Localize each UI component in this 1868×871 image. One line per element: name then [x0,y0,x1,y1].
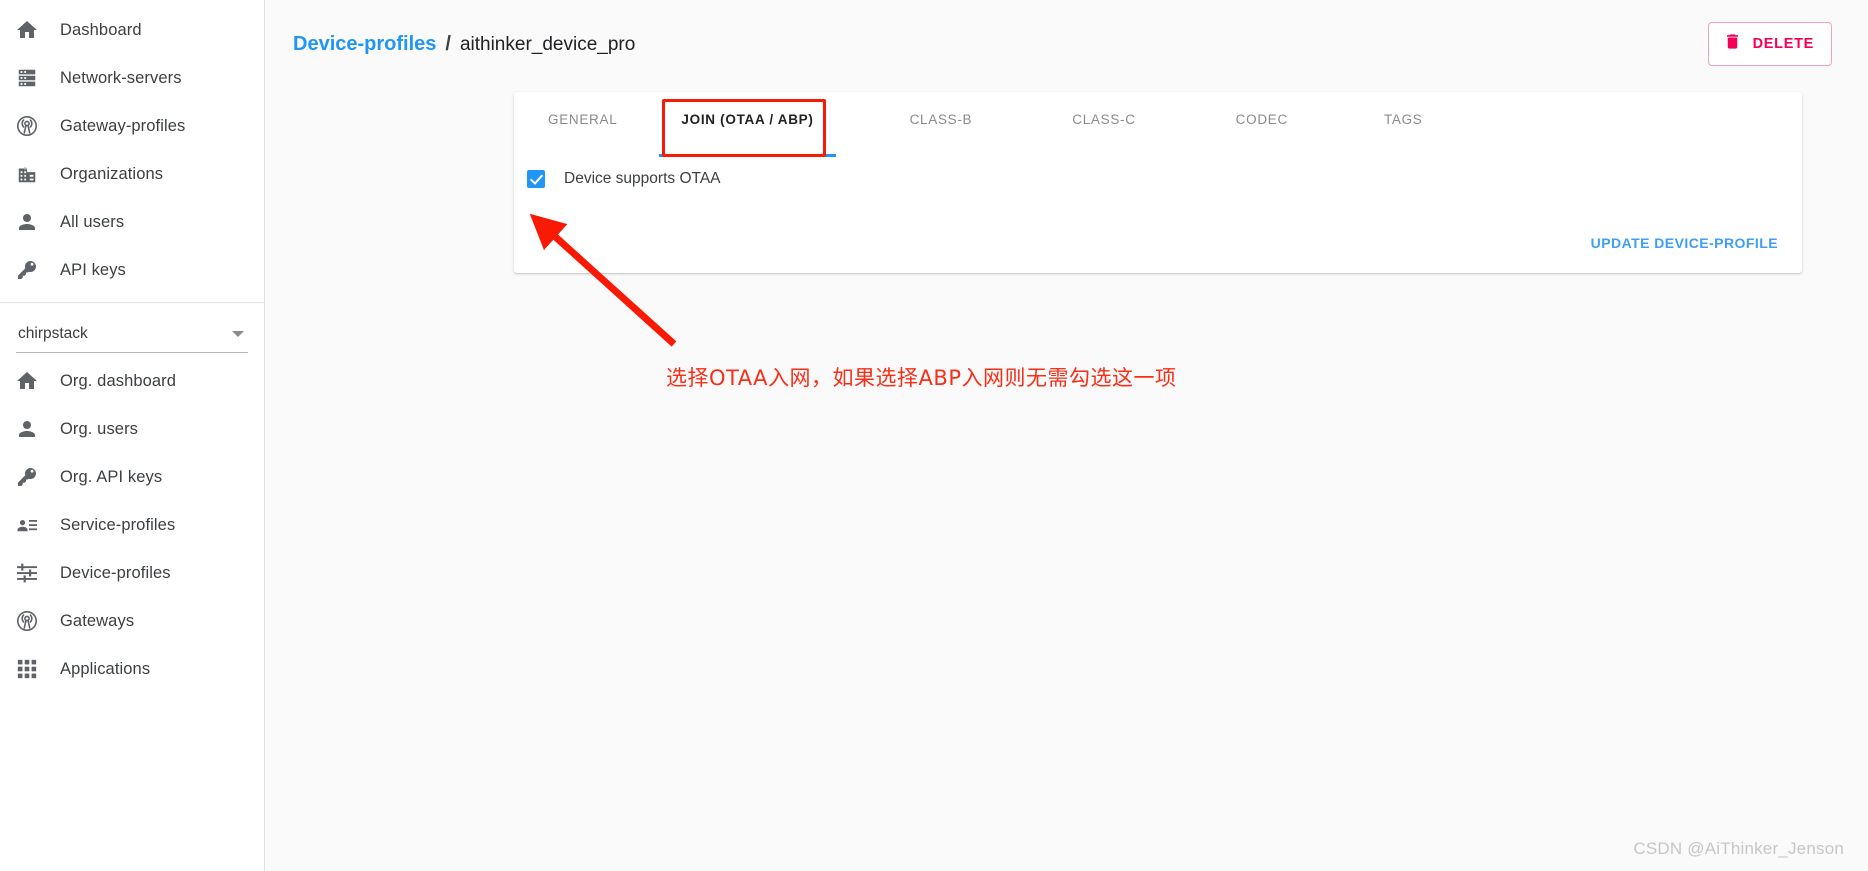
trash-icon [1723,32,1742,56]
device-supports-otaa-label: Device supports OTAA [564,170,721,187]
tab-tags[interactable]: TAGS [1362,92,1445,148]
top-bar: Device-profiles / aithinker_device_pro D… [265,0,1868,88]
sidebar-item-label: Applications [60,659,151,678]
sidebar-item-label: Org. API keys [60,467,163,486]
antenna-icon [14,113,40,139]
building-icon [14,161,40,187]
main-content: Device-profiles / aithinker_device_pro D… [265,0,1868,871]
apps-grid-icon [14,656,40,682]
antenna-icon [14,608,40,634]
person-icon [14,416,40,442]
sidebar-item-label: Org. users [60,419,139,438]
home-icon [14,17,40,43]
tab-codec[interactable]: CODEC [1214,92,1310,148]
device-supports-otaa-checkbox[interactable] [527,170,545,188]
delete-button-label: DELETE [1752,36,1814,52]
sidebar-item-label: Service-profiles [60,515,176,534]
sidebar-item-dashboard[interactable]: Dashboard [0,6,264,54]
sidebar-item-api-keys[interactable]: API keys [0,246,264,294]
sidebar-item-label: All users [60,212,125,231]
contact-list-icon [14,512,40,538]
sidebar-item-label: Dashboard [60,20,142,39]
sidebar-item-label: Gateway-profiles [60,116,186,135]
sidebar-item-gateways[interactable]: Gateways [0,597,264,645]
sidebar-item-gateway-profiles[interactable]: Gateway-profiles [0,102,264,150]
page-title: aithinker_device_pro [459,33,636,55]
tab-general[interactable]: GENERAL [526,92,639,148]
sidebar-item-org-api-keys[interactable]: Org. API keys [0,453,264,501]
home-icon [14,368,40,394]
sidebar-item-label: Gateways [60,611,135,630]
annotation-note: 选择OTAA入网，如果选择ABP入网则无需勾选这一项 [666,366,1177,390]
tab-class-b[interactable]: CLASS-B [888,92,995,148]
app-root: Dashboard Network-servers Gateway-profil… [0,0,1868,871]
org-select-value: chirpstack [18,325,88,342]
watermark: CSDN @AiThinker_Jenson [1633,839,1844,858]
sidebar-item-label: Network-servers [60,68,182,87]
device-profile-card: GENERAL JOIN (OTAA / ABP) CLASS-B CLASS-… [514,92,1802,273]
sidebar-item-network-servers[interactable]: Network-servers [0,54,264,102]
sidebar: Dashboard Network-servers Gateway-profil… [0,0,265,871]
sliders-icon [14,560,40,586]
sidebar-item-org-users[interactable]: Org. users [0,405,264,453]
update-device-profile-button[interactable]: UPDATE DEVICE-PROFILE [1591,235,1778,251]
tab-bar: GENERAL JOIN (OTAA / ABP) CLASS-B CLASS-… [514,92,1802,157]
otaa-checkbox-row: Device supports OTAA [514,170,1802,188]
tab-join-otaa-abp[interactable]: JOIN (OTAA / ABP) [659,92,836,157]
breadcrumb-link-device-profiles[interactable]: Device-profiles [293,33,436,56]
sidebar-item-applications[interactable]: Applications [0,645,264,693]
person-icon [14,209,40,235]
sidebar-item-organizations[interactable]: Organizations [0,150,264,198]
server-icon [14,65,40,91]
breadcrumb-separator: / [445,32,451,55]
sidebar-item-org-dashboard[interactable]: Org. dashboard [0,357,264,405]
key-icon [14,257,40,283]
org-select[interactable]: chirpstack [16,317,248,353]
chevron-down-icon [232,331,244,337]
sidebar-item-label: Org. dashboard [60,371,177,390]
sidebar-item-all-users[interactable]: All users [0,198,264,246]
sidebar-item-device-profiles[interactable]: Device-profiles [0,549,264,597]
sidebar-item-service-profiles[interactable]: Service-profiles [0,501,264,549]
key-icon [14,464,40,490]
sidebar-divider [0,302,264,303]
sidebar-item-label: Organizations [60,164,164,183]
breadcrumb: Device-profiles / aithinker_device_pro [293,33,635,56]
delete-button[interactable]: DELETE [1707,22,1832,66]
tab-class-c[interactable]: CLASS-C [1050,92,1157,148]
sidebar-item-label: API keys [60,260,126,279]
sidebar-item-label: Device-profiles [60,563,171,582]
